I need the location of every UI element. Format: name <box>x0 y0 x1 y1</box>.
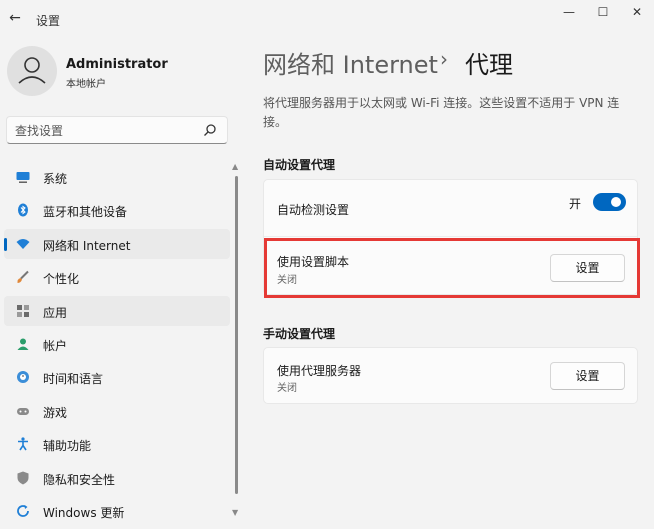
windows-update-icon <box>17 504 29 517</box>
avatar[interactable] <box>7 46 57 96</box>
auto-detect-state: 开 <box>569 197 582 211</box>
search-input[interactable] <box>13 121 197 141</box>
sidebar-nav: 系统 蓝牙和其他设备 网络和 Internet 个性化 应用 帐户 时间和语言 … <box>4 162 230 529</box>
highlight-box <box>264 238 640 298</box>
sidebar-scrollbar-thumb[interactable] <box>235 176 238 494</box>
auto-detect-label: 自动检测设置 <box>277 203 350 217</box>
sidebar-item-system[interactable]: 系统 <box>4 162 230 192</box>
auto-detect-toggle[interactable] <box>593 193 626 211</box>
manual-proxy-heading: 手动设置代理 <box>263 327 336 341</box>
sidebar-item-label: 帐户 <box>43 338 68 353</box>
sidebar-item-label: 时间和语言 <box>43 372 104 387</box>
account-type: 本地帐户 <box>66 79 106 90</box>
search-box[interactable] <box>6 116 228 144</box>
minimize-button[interactable]: — <box>552 0 586 24</box>
maximize-button[interactable]: ☐ <box>586 0 620 24</box>
breadcrumb-separator: › <box>440 47 448 71</box>
sidebar-item-windows-update[interactable]: Windows 更新 <box>4 496 230 526</box>
sidebar-item-label: 网络和 Internet <box>43 238 131 253</box>
globe-clock-icon <box>17 371 29 384</box>
bluetooth-icon <box>18 203 28 217</box>
auto-proxy-heading: 自动设置代理 <box>263 158 336 172</box>
shield-icon <box>17 471 29 485</box>
user-name: Administrator <box>66 57 168 72</box>
gamepad-icon <box>17 407 29 415</box>
app-title: 设置 <box>36 14 61 28</box>
wifi-icon <box>16 238 30 249</box>
person-icon <box>17 338 29 350</box>
sidebar-item-time-language[interactable]: 时间和语言 <box>4 362 230 392</box>
proxy-server-label: 使用代理服务器 <box>277 364 362 378</box>
page-description: 将代理服务器用于以太网或 Wi-Fi 连接。这些设置不适用于 VPN 连接。 <box>263 96 620 129</box>
proxy-server-status: 关闭 <box>277 383 297 394</box>
apps-icon <box>17 304 29 317</box>
sidebar-item-gaming[interactable]: 游戏 <box>4 396 230 426</box>
back-button[interactable]: ← <box>6 9 24 27</box>
sidebar-item-bluetooth[interactable]: 蓝牙和其他设备 <box>4 195 230 225</box>
toggle-knob <box>611 197 621 207</box>
card-divider <box>264 236 637 237</box>
scroll-up-arrow[interactable]: ▲ <box>232 162 238 171</box>
sidebar-item-label: 隐私和安全性 <box>43 472 116 487</box>
sidebar-item-accessibility[interactable]: 辅助功能 <box>4 429 230 459</box>
sidebar-item-label: 应用 <box>43 305 68 320</box>
proxy-server-button[interactable]: 设置 <box>550 362 625 390</box>
accessibility-icon <box>18 437 28 451</box>
title-bar: ← 设置 — ☐ ✕ <box>0 0 654 40</box>
manual-proxy-card: 使用代理服务器 关闭 设置 <box>263 347 638 404</box>
selection-indicator <box>4 237 7 251</box>
sidebar-item-label: 辅助功能 <box>43 439 92 454</box>
sidebar-item-accounts[interactable]: 帐户 <box>4 329 230 359</box>
sidebar-item-label: 游戏 <box>43 405 68 420</box>
search-icon[interactable] <box>203 123 217 137</box>
sidebar-item-apps[interactable]: 应用 <box>4 295 230 326</box>
brush-icon <box>17 270 29 284</box>
monitor-icon <box>16 172 30 183</box>
breadcrumb-parent[interactable]: 网络和 Internet <box>263 45 438 80</box>
sidebar-item-label: Windows 更新 <box>43 505 125 520</box>
sidebar-item-network[interactable]: 网络和 Internet <box>4 228 230 259</box>
sidebar-item-privacy[interactable]: 隐私和安全性 <box>4 463 230 493</box>
sidebar-item-personalization[interactable]: 个性化 <box>4 262 230 292</box>
page-title: 代理 <box>465 51 513 79</box>
scroll-down-arrow[interactable]: ▼ <box>232 508 238 517</box>
sidebar-item-label: 蓝牙和其他设备 <box>43 205 128 220</box>
sidebar-item-label: 个性化 <box>43 272 80 287</box>
close-button[interactable]: ✕ <box>620 0 654 24</box>
person-icon <box>18 57 46 84</box>
sidebar-item-label: 系统 <box>43 172 68 186</box>
